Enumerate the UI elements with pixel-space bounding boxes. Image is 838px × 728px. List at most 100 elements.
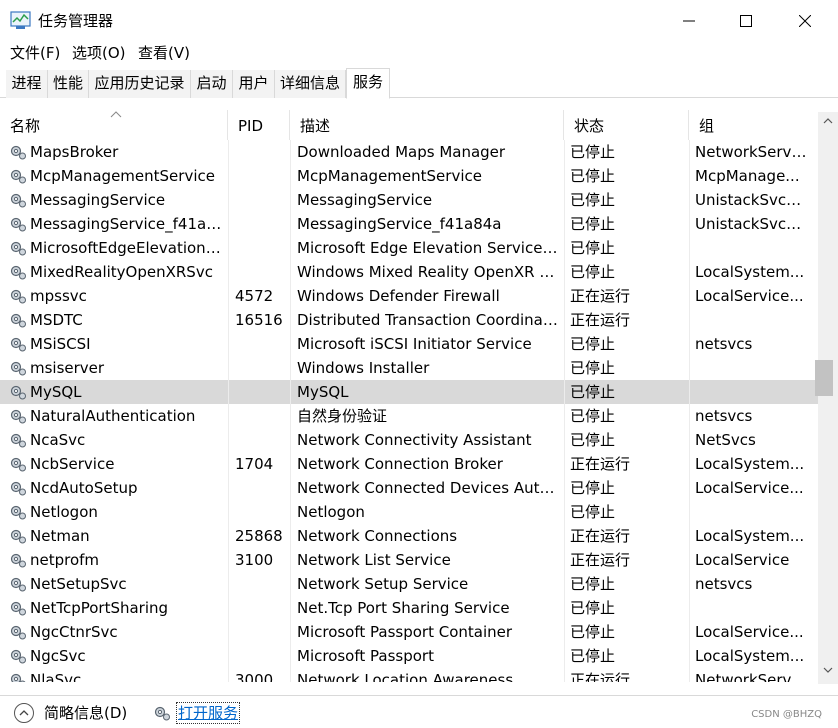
column-divider [290,140,291,164]
column-divider [290,668,291,682]
column-header-group[interactable]: 组 [689,110,818,140]
service-description: Microsoft Edge Elevation Service ... [297,239,559,257]
service-description: Network Connections [297,527,458,545]
table-row[interactable]: mpssvc 4572 Windows Defender Firewall 正在运行 L… [0,284,818,308]
table-row[interactable]: NcbService 1704 Network Connection Broker 正… [0,452,818,476]
column-divider [228,188,229,212]
tab-performance[interactable]: 性能 [48,70,89,98]
scroll-down-icon[interactable] [823,667,833,673]
column-divider [290,644,291,668]
tab-services[interactable]: 服务 [346,68,390,99]
service-name: msiserver [30,359,105,377]
table-row[interactable]: MySQL MySQL 已停止 [0,380,818,404]
service-pid [235,380,289,404]
gear-icon [8,143,28,161]
minimize-button[interactable] [660,0,718,42]
gear-icon [8,479,28,497]
tab-users[interactable]: 用户 [233,70,275,98]
column-divider [290,380,291,404]
column-divider [290,476,291,500]
column-divider [689,140,690,164]
table-row[interactable]: NcdAutoSetup Network Connected Devices Au… [0,476,818,500]
footer: 简略信息(D) 打开服务 [0,695,838,728]
table-row[interactable]: McpManagementService McpManagementService… [0,164,818,188]
table-row[interactable]: NgcCtnrSvc Microsoft Passport Container 已停… [0,620,818,644]
tab-app-history[interactable]: 应用历史记录 [89,70,191,98]
column-divider [689,356,690,380]
column-divider [228,644,229,668]
column-divider [689,212,690,236]
column-divider [689,548,690,572]
tab-bar: 进程 性能 应用历史记录 启动 用户 详细信息 服务 [0,68,838,99]
table-row[interactable]: NlaSvc 3000 Network Location Awareness 正在运行… [0,668,818,682]
column-header-description[interactable]: 描述 [290,110,564,140]
service-name: MSiSCSI [30,335,91,353]
service-pid [235,620,289,644]
column-divider [689,188,690,212]
table-row[interactable]: NgcSvc Microsoft Passport 已停止 LocalSystem..… [0,644,818,668]
gear-icon [8,239,28,257]
service-name: Netlogon [30,503,98,521]
service-status: 已停止 [570,383,616,401]
table-row[interactable]: NaturalAuthentication 自然身份验证 已停止 netsvcs [0,404,818,428]
table-row[interactable]: netprofm 3100 Network List Service 正在运行 Loca… [0,548,818,572]
table-row[interactable]: MSDTC 16516 Distributed Transaction Coordi… [0,308,818,332]
maximize-icon [740,15,752,27]
column-divider [689,380,690,404]
maximize-button[interactable] [717,0,775,42]
table-row[interactable]: MixedRealityOpenXRSvc Windows Mixed Reali… [0,260,818,284]
column-divider [564,476,565,500]
table-row[interactable]: Netman 25868 Network Connections 正在运行 LocalS… [0,524,818,548]
service-pid [235,356,289,380]
gear-icon [8,647,28,665]
table-row[interactable]: MSiSCSI Microsoft iSCSI Initiator Service… [0,332,818,356]
gear-icon [8,599,28,617]
column-divider [689,428,690,452]
vertical-scrollbar[interactable] [818,112,838,684]
scrollbar-thumb[interactable] [815,360,833,396]
column-header-pid[interactable]: PID [228,110,290,140]
scroll-up-icon[interactable] [823,118,833,124]
column-divider [689,164,690,188]
column-divider [564,236,565,260]
menu-file[interactable]: 文件(F) [10,42,60,66]
table-row[interactable]: msiserver Windows Installer 已停止 [0,356,818,380]
menu-view[interactable]: 查看(V) [138,42,190,66]
column-divider [228,140,229,164]
column-divider [228,620,229,644]
service-pid [235,332,289,356]
service-name: MicrosoftEdgeElevationS... [30,239,226,257]
column-divider [290,548,291,572]
close-button[interactable] [776,0,834,42]
service-group: LocalService [695,551,790,569]
column-header-status[interactable]: 状态 [564,110,689,140]
service-name: NetTcpPortSharing [30,599,169,617]
column-header-status-label: 状态 [574,117,605,135]
service-group [695,380,809,404]
minimize-icon [683,20,695,22]
close-icon [799,15,811,27]
service-pid: 25868 [235,527,283,545]
column-divider [689,476,690,500]
table-row[interactable]: Netlogon Netlogon 已停止 [0,500,818,524]
table-row[interactable]: NetTcpPortSharing Net.Tcp Port Sharing Se… [0,596,818,620]
column-divider [290,356,291,380]
title-bar: 任务管理器 [0,0,838,42]
menu-options[interactable]: 选项(O) [72,42,126,66]
service-description: Distributed Transaction Coordinat... [297,311,559,329]
table-row[interactable]: MicrosoftEdgeElevationS... Microsoft Edge… [0,236,818,260]
table-row[interactable]: MessagingService_f41a8... MessagingServic… [0,212,818,236]
column-header-name-label: 名称 [10,117,41,135]
table-row[interactable]: NcaSvc Network Connectivity Assistant 已停止 N… [0,428,818,452]
service-pid [235,164,289,188]
service-pid [235,428,289,452]
table-row[interactable]: MessagingService MessagingService 已停止 Unist… [0,188,818,212]
table-row[interactable]: MapsBroker Downloaded Maps Manager 已停止 Netw… [0,140,818,164]
service-name: MessagingService_f41a8... [30,215,226,233]
tab-processes[interactable]: 进程 [6,70,48,98]
service-description: Microsoft iSCSI Initiator Service [297,335,532,353]
column-divider [689,524,690,548]
tab-details[interactable]: 详细信息 [275,70,346,98]
table-row[interactable]: NetSetupSvc Network Setup Service 已停止 netsv… [0,572,818,596]
tab-startup[interactable]: 启动 [191,70,233,98]
